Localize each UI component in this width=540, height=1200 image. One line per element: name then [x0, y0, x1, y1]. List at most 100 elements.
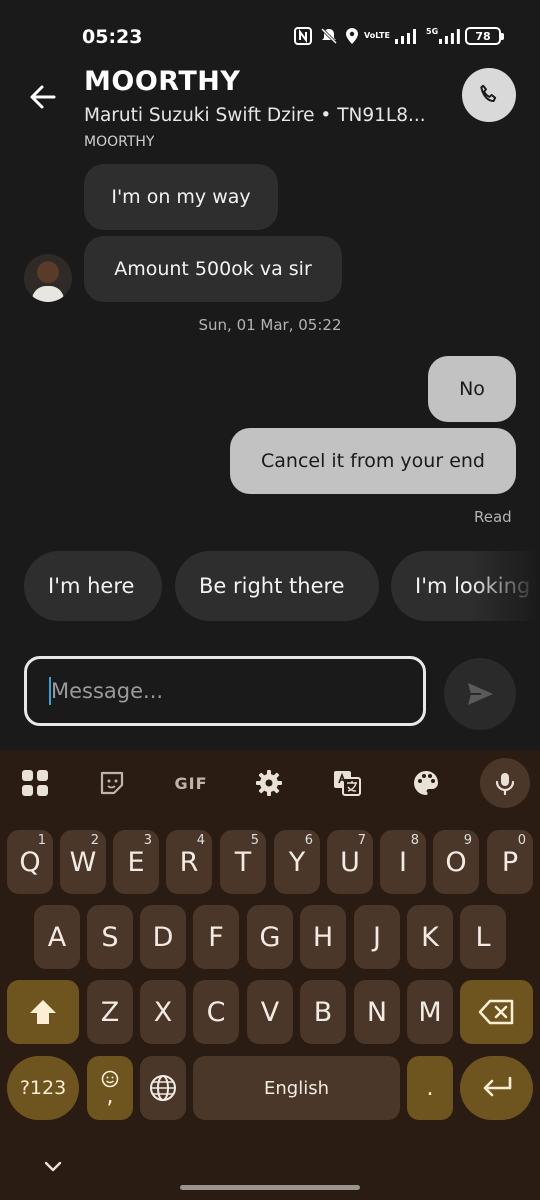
status-time: 05:23	[82, 26, 143, 48]
key-label: M	[418, 996, 442, 1028]
key-label: ?123	[19, 1077, 67, 1099]
key-label: O	[445, 846, 467, 878]
quick-reply-chip[interactable]: Be right there	[175, 551, 379, 621]
message-placeholder: Message...	[51, 679, 164, 703]
globe-icon	[150, 1075, 176, 1101]
clipped-sender-label: MOORTHY	[84, 134, 155, 146]
vehicle-details: Maruti Suzuki Swift Dzire • TN91L8...	[84, 105, 426, 126]
key-g[interactable]: G	[247, 905, 293, 969]
translate-icon[interactable]	[326, 762, 368, 804]
read-receipt: Read	[474, 508, 512, 526]
settings-gear-icon[interactable]	[248, 762, 290, 804]
space-bar[interactable]: English	[193, 1056, 400, 1120]
key-label: .	[426, 1075, 434, 1101]
key-hint: 7	[357, 833, 366, 848]
gif-label: GIF	[174, 773, 208, 793]
key-hint: 3	[143, 833, 152, 848]
apps-grid-icon[interactable]	[14, 762, 56, 804]
key-label: X	[153, 996, 173, 1028]
key-label: Y	[288, 846, 306, 878]
backspace-key[interactable]	[460, 980, 533, 1044]
key-x[interactable]: X	[140, 980, 186, 1044]
key-k[interactable]: K	[407, 905, 453, 969]
key-hint: 5	[250, 833, 259, 848]
signal-5g-icon: 5G	[426, 24, 460, 48]
signal-5g-label: 5G	[426, 26, 439, 36]
key-label: E	[127, 846, 145, 878]
scroll-fade	[470, 551, 540, 621]
key-hint: 4	[196, 833, 205, 848]
key-p[interactable]: P0	[487, 830, 533, 894]
chevron-down-icon	[44, 1161, 62, 1172]
call-button[interactable]	[462, 68, 516, 122]
key-z[interactable]: Z	[87, 980, 133, 1044]
key-r[interactable]: R4	[166, 830, 212, 894]
theme-palette-icon[interactable]	[405, 762, 447, 804]
outgoing-message: No	[428, 356, 516, 422]
key-e[interactable]: E3	[113, 830, 159, 894]
shift-key[interactable]	[7, 980, 79, 1044]
key-q[interactable]: Q1	[7, 830, 53, 894]
outgoing-message: Cancel it from your end	[230, 428, 516, 494]
key-label: K	[421, 921, 439, 953]
message-text: Amount 500ok va sir	[114, 258, 312, 280]
message-text: No	[459, 378, 485, 400]
key-label: P	[501, 846, 519, 878]
key-label: C	[206, 996, 226, 1028]
key-f[interactable]: F	[193, 905, 239, 969]
key-hint: 8	[410, 833, 419, 848]
period-key[interactable]: .	[407, 1056, 453, 1120]
key-label: L	[475, 921, 491, 953]
message-text: Cancel it from your end	[261, 450, 485, 472]
key-label: A	[47, 921, 67, 953]
sticker-icon[interactable]	[91, 762, 133, 804]
symbols-key[interactable]: ?123	[7, 1056, 79, 1120]
key-label: Q	[19, 846, 41, 878]
signal-strength-icon	[392, 24, 422, 48]
key-b[interactable]: B	[300, 980, 346, 1044]
message-input[interactable]: Message...	[24, 656, 426, 726]
key-i[interactable]: I8	[380, 830, 426, 894]
key-c[interactable]: C	[193, 980, 239, 1044]
send-button[interactable]	[444, 658, 516, 730]
language-key[interactable]	[140, 1056, 186, 1120]
key-m[interactable]: M	[407, 980, 453, 1044]
mute-bell-icon	[318, 24, 340, 48]
collapse-keyboard-button[interactable]	[40, 1156, 66, 1176]
key-l[interactable]: L	[460, 905, 506, 969]
gif-button[interactable]: GIF	[166, 762, 216, 804]
driver-avatar	[24, 254, 72, 302]
key-label: T	[234, 846, 252, 878]
chip-label: Be right there	[199, 574, 345, 598]
back-arrow-icon	[30, 85, 56, 109]
key-d[interactable]: D	[140, 905, 186, 969]
key-v[interactable]: V	[247, 980, 293, 1044]
key-t[interactable]: T5	[220, 830, 266, 894]
nfc-icon	[292, 24, 314, 48]
key-s[interactable]: S	[87, 905, 133, 969]
key-o[interactable]: O9	[433, 830, 479, 894]
incoming-message: Amount 500ok va sir	[84, 236, 342, 302]
key-j[interactable]: J	[354, 905, 400, 969]
emoji-comma-key[interactable]: ,	[87, 1056, 133, 1120]
key-label: I	[399, 846, 407, 878]
enter-key[interactable]	[460, 1056, 533, 1120]
send-icon	[468, 683, 493, 705]
microphone-icon[interactable]	[480, 758, 530, 808]
key-y[interactable]: Y6	[274, 830, 320, 894]
quick-reply-chip[interactable]: I'm here	[24, 551, 162, 621]
key-h[interactable]: H	[300, 905, 346, 969]
key-a[interactable]: A	[34, 905, 80, 969]
key-u[interactable]: U7	[327, 830, 373, 894]
volte-icon: VoLTE	[364, 24, 390, 48]
back-button[interactable]	[26, 80, 60, 114]
status-bar: 05:23 VoLTE 5G 78	[0, 0, 540, 60]
key-w[interactable]: W2	[60, 830, 106, 894]
gesture-nav-handle[interactable]	[180, 1185, 360, 1190]
key-label: Z	[100, 996, 120, 1028]
key-n[interactable]: N	[354, 980, 400, 1044]
key-label: W	[69, 846, 97, 878]
shift-arrow-icon	[30, 1000, 56, 1024]
key-label: English	[264, 1077, 329, 1099]
key-label: D	[152, 921, 174, 953]
